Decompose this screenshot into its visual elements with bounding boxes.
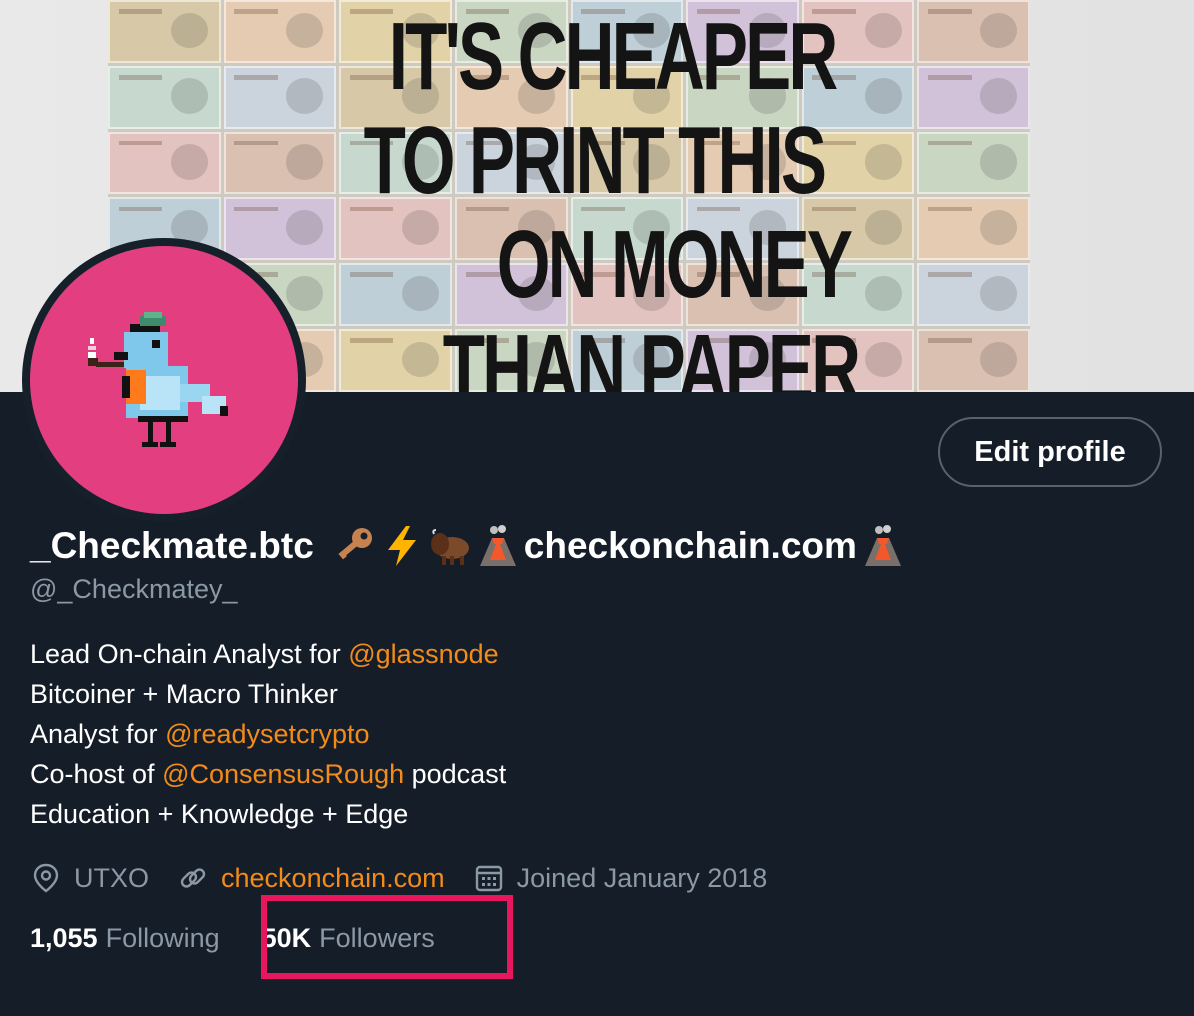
bio-text: Education + Knowledge + Edge <box>30 799 409 829</box>
lightning-icon <box>380 524 424 568</box>
key-icon <box>332 524 376 568</box>
mention-link[interactable]: @readysetcrypto <box>165 719 370 749</box>
bio-line: Analyst for @readysetcrypto <box>30 714 506 754</box>
website-link[interactable]: checkonchain.com <box>221 863 445 894</box>
volcano-icon <box>861 524 905 568</box>
bio-line: Co-host of @ConsensusRough podcast <box>30 754 506 794</box>
followers-label: Followers <box>319 922 435 953</box>
following-stat[interactable]: 1,055 Following <box>30 923 220 954</box>
banknote <box>223 65 337 129</box>
banknote <box>917 329 1030 392</box>
profile-page: IT'S CHEAPER TO PRINT THIS ON MONEY THAN… <box>0 0 1194 1016</box>
bio-line: Lead On-chain Analyst for @glassnode <box>30 634 506 674</box>
pixel-bird-icon <box>88 312 228 447</box>
banknote <box>917 0 1030 63</box>
banknote <box>108 131 221 195</box>
banner-line-2: TO PRINT THIS <box>363 107 827 214</box>
user-handle: @_Checkmatey_ <box>30 574 238 604</box>
location-text: UTXO <box>74 862 150 893</box>
bio-text: Bitcoiner + Macro Thinker <box>30 679 338 709</box>
calendar-icon <box>475 865 502 892</box>
avatar[interactable] <box>22 238 306 522</box>
followers-stat[interactable]: 50K Followers <box>262 923 435 954</box>
banknote <box>108 65 221 129</box>
banknote <box>917 263 1030 327</box>
profile-meta: UTXO checkonchain.com Joined January 201… <box>30 858 795 898</box>
display-name-row: _Checkmate.btc checkonchain.com <box>30 520 905 572</box>
mention-link[interactable]: @glassnode <box>348 639 499 669</box>
banknote <box>339 329 452 392</box>
banknote <box>339 263 452 327</box>
followers-count: 50K <box>261 922 312 953</box>
banknote <box>108 0 221 63</box>
link-icon <box>180 868 206 888</box>
joined-item: Joined January 2018 <box>473 862 768 894</box>
bio-line: Bitcoiner + Macro Thinker <box>30 674 506 714</box>
profile-bio: Lead On-chain Analyst for @glassnode Bit… <box>30 634 506 834</box>
display-name: _Checkmate.btc <box>30 525 314 566</box>
banknote <box>917 131 1030 195</box>
banknote <box>223 0 337 63</box>
bio-line: Education + Knowledge + Edge <box>30 794 506 834</box>
website-item[interactable]: checkonchain.com <box>177 862 445 894</box>
banknote <box>917 197 1030 261</box>
following-count: 1,055 <box>30 922 98 953</box>
banner-line-1: IT'S CHEAPER <box>388 3 838 110</box>
display-name-suffix: checkonchain.com <box>523 525 857 566</box>
bio-text: podcast <box>404 759 507 789</box>
joined-date: Joined January 2018 <box>516 862 768 893</box>
bio-text: Lead On-chain Analyst for <box>30 639 349 669</box>
banner-line-4: THAN PAPER <box>442 315 861 393</box>
banknote <box>223 131 337 195</box>
edit-profile-button[interactable]: Edit profile <box>938 417 1162 487</box>
volcano-icon <box>476 524 520 568</box>
banner-line-3: ON MONEY <box>496 211 853 318</box>
following-label: Following <box>105 922 220 953</box>
avatar-image <box>30 246 298 514</box>
bio-text: Co-host of <box>30 759 163 789</box>
mention-link[interactable]: @ConsensusRough <box>162 759 404 789</box>
banknote <box>917 65 1030 129</box>
follow-stats: 1,055 Following 50K Followers <box>30 918 435 958</box>
location-item: UTXO <box>30 862 149 894</box>
bio-text: Analyst for <box>30 719 166 749</box>
bison-icon <box>428 524 472 568</box>
location-pin-icon <box>33 863 59 893</box>
